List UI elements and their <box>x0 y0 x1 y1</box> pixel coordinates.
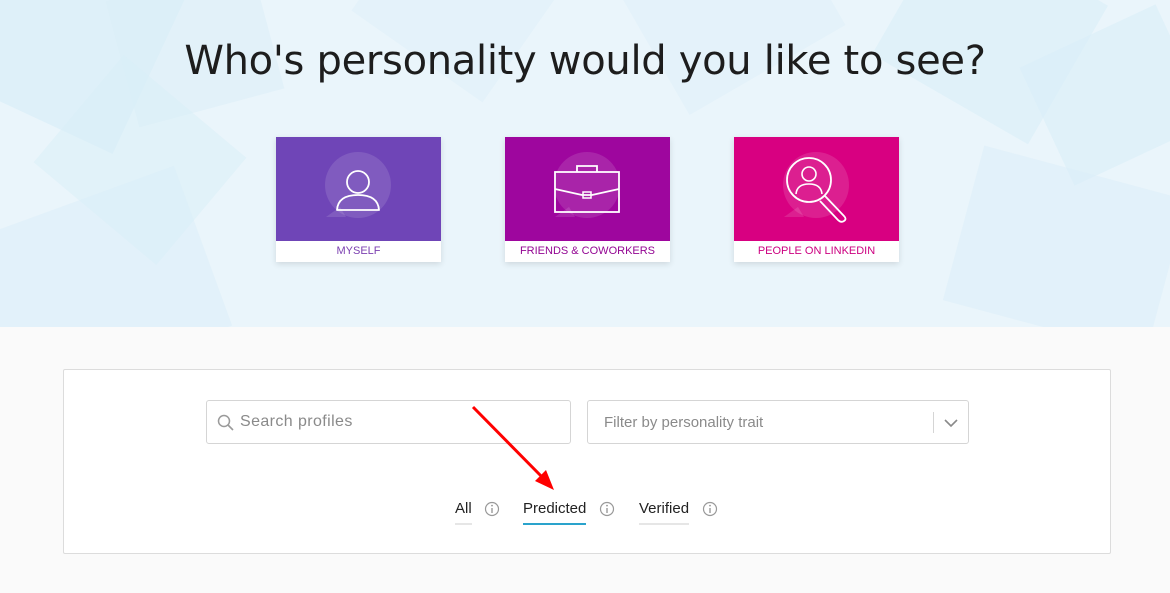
tab-all-label: All <box>455 500 472 525</box>
search-box[interactable] <box>206 400 571 444</box>
info-icon[interactable] <box>484 501 500 517</box>
bg-shape <box>942 145 1170 327</box>
trait-filter-placeholder: Filter by personality trait <box>604 414 764 431</box>
card-friends-label: FRIENDS & COWORKERS <box>519 245 656 257</box>
card-friends-coworkers[interactable]: FRIENDS & COWORKERS <box>505 137 670 262</box>
tab-verified-label: Verified <box>639 500 690 525</box>
tab-predicted-label: Predicted <box>523 500 587 525</box>
card-myself[interactable]: MYSELF <box>276 137 441 262</box>
card-myself-label: MYSELF <box>336 245 381 257</box>
chevron-down-icon[interactable] <box>944 416 958 430</box>
magnify-person-icon <box>783 152 849 223</box>
profiles-panel: Filter by personality trait All Predicte… <box>63 369 1111 554</box>
card-people-linkedin[interactable]: PEOPLE ON LINKEDIN <box>734 137 899 262</box>
page-title: Who's personality would you like to see? <box>184 38 986 84</box>
card-linkedin-label: PEOPLE ON LINKEDIN <box>757 245 876 257</box>
hero-section: Who's personality would you like to see?… <box>0 0 1170 327</box>
tab-verified[interactable]: Verified <box>639 500 718 530</box>
trait-filter-select[interactable]: Filter by personality trait <box>587 400 969 444</box>
tab-predicted[interactable]: Predicted <box>523 500 615 530</box>
person-icon <box>325 152 391 218</box>
tab-all[interactable]: All <box>455 500 500 530</box>
search-input[interactable] <box>240 401 560 443</box>
search-icon <box>217 414 234 431</box>
select-separator <box>933 412 934 433</box>
info-icon[interactable] <box>599 501 615 517</box>
info-icon[interactable] <box>702 501 718 517</box>
briefcase-icon <box>554 152 620 218</box>
